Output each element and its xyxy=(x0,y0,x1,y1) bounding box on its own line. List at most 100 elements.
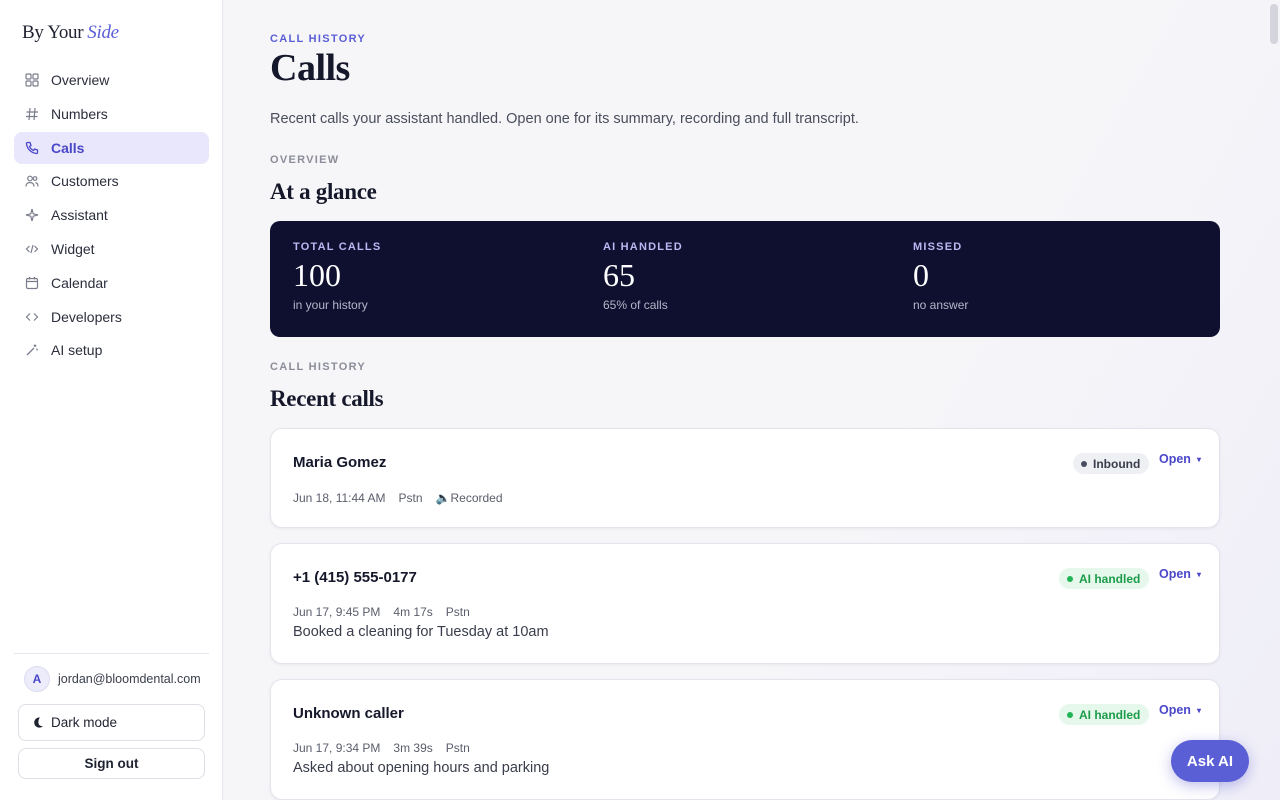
overview-eyebrow: OVERVIEW xyxy=(270,154,340,166)
sidebar-divider xyxy=(14,653,209,654)
open-label: Open xyxy=(1159,452,1191,466)
call-meta: Jun 18, 11:44 AM Pstn 🔈Recorded xyxy=(293,491,503,505)
sidebar-item-label: Numbers xyxy=(51,105,108,122)
open-label: Open xyxy=(1159,567,1191,581)
status-badge: Inbound xyxy=(1073,453,1150,474)
page-eyebrow: CALL HISTORY xyxy=(270,33,367,45)
dark-mode-label: Dark mode xyxy=(51,715,118,730)
stat-sub: in your history xyxy=(293,298,368,312)
sidebar-item-label: Developers xyxy=(51,308,122,325)
chevron-icon: ▾ xyxy=(1196,705,1201,715)
sidebar-item-calls[interactable]: Calls xyxy=(14,131,209,164)
call-card[interactable]: Maria Gomez Inbound Open ▾ Jun 18, 11:44 … xyxy=(270,428,1220,528)
sidebar-item-label: Overview xyxy=(51,72,110,88)
caller-name: +1 (415) 555-0177 xyxy=(293,569,417,586)
stat-missed: MISSED 0 no answer xyxy=(913,241,968,312)
status-badge-label: Inbound xyxy=(1093,456,1141,471)
open-call-button[interactable]: Open ▾ xyxy=(1159,703,1201,717)
call-summary: Asked about opening hours and parking xyxy=(293,760,550,776)
stat-sub: no answer xyxy=(913,298,969,312)
brand-name: By Your xyxy=(22,22,84,43)
call-time: Jun 17, 9:34 PM xyxy=(293,741,381,755)
sidebar-item-numbers[interactable]: Numbers xyxy=(14,98,209,130)
sidebar-item-overview[interactable]: Overview xyxy=(14,64,209,96)
call-channel: Pstn xyxy=(445,605,470,619)
brand-accent: Side xyxy=(87,22,119,43)
dark-mode-button[interactable]: Dark mode xyxy=(18,704,205,741)
sidebar-nav: Overview Numbers Calls Customers Assista… xyxy=(14,64,209,368)
overview-title: At a glance xyxy=(270,179,377,204)
avatar: A xyxy=(24,666,50,692)
call-channel: Pstn xyxy=(398,491,423,505)
history-eyebrow: CALL HISTORY xyxy=(270,361,367,373)
brand-logo[interactable]: By Your Side xyxy=(22,22,119,44)
history-title: Recent calls xyxy=(270,386,384,411)
call-card[interactable]: Unknown caller AI handled Open ▾ Jun 17, … xyxy=(270,679,1220,800)
status-badge: AI handled xyxy=(1059,704,1150,725)
hash-icon xyxy=(25,107,39,121)
status-dot xyxy=(1081,460,1087,467)
stat-value: 0 xyxy=(913,257,929,293)
user-email: jordan@bloomdental.com xyxy=(58,672,201,686)
sign-out-button[interactable]: Sign out xyxy=(18,748,205,779)
sidebar-item-label: Assistant xyxy=(51,207,108,224)
chevron-icon: ▾ xyxy=(1196,454,1201,464)
call-channel: Pstn xyxy=(445,741,470,755)
stat-total-calls: TOTAL CALLS 100 in your history xyxy=(293,241,381,312)
stat-ai-handled: AI HANDLED 65 65% of calls xyxy=(603,241,683,312)
status-dot xyxy=(1067,711,1073,718)
scrollbar[interactable] xyxy=(1270,4,1278,44)
ask-ai-button[interactable]: Ask AI xyxy=(1171,740,1249,782)
chevron-icon: ▾ xyxy=(1196,569,1201,579)
sidebar-item-label: AI setup xyxy=(51,342,103,359)
call-meta: Jun 17, 9:45 PM 4m 17s Pstn xyxy=(293,605,470,619)
page-description: Recent calls your assistant handled. Ope… xyxy=(270,111,859,127)
users-icon xyxy=(25,174,39,188)
stat-label: TOTAL CALLS xyxy=(293,241,382,253)
sidebar-item-label: Customers xyxy=(51,173,119,190)
caller-name: Maria Gomez xyxy=(293,454,387,471)
status-badge-label: AI handled xyxy=(1079,571,1141,586)
stat-value: 65 xyxy=(603,257,635,293)
sidebar-item-label: Calendar xyxy=(51,274,108,291)
call-time: Jun 18, 11:44 AM xyxy=(293,491,386,505)
sidebar: By Your Side Overview Numbers Calls Custo… xyxy=(0,0,223,800)
stat-label: AI HANDLED xyxy=(603,241,683,253)
sidebar-item-calendar[interactable]: Calendar xyxy=(14,267,209,299)
call-time: Jun 17, 9:45 PM xyxy=(293,605,381,619)
sidebar-item-customers[interactable]: Customers xyxy=(14,165,209,197)
call-duration: 4m 17s xyxy=(393,605,433,619)
sidebar-item-widget[interactable]: Widget xyxy=(14,233,209,265)
sidebar-item-assistant[interactable]: Assistant xyxy=(14,199,209,231)
status-badge-label: AI handled xyxy=(1079,707,1141,722)
call-card[interactable]: +1 (415) 555-0177 AI handled Open ▾ Jun 1… xyxy=(270,543,1220,664)
grid-icon xyxy=(25,73,39,87)
call-recorded: 🔈Recorded xyxy=(435,491,503,505)
open-label: Open xyxy=(1159,703,1191,717)
page-title: Calls xyxy=(270,47,350,89)
call-duration: 3m 39s xyxy=(393,741,433,755)
open-call-button[interactable]: Open ▾ xyxy=(1159,567,1201,581)
stat-value: 100 xyxy=(293,257,341,293)
sparkle-icon xyxy=(25,208,39,222)
wand-icon xyxy=(25,343,39,357)
moon-icon xyxy=(34,717,43,728)
brackets-icon xyxy=(25,310,39,324)
sidebar-item-developers[interactable]: Developers xyxy=(14,301,209,333)
call-meta: Jun 17, 9:34 PM 3m 39s Pstn xyxy=(293,741,470,755)
stats-panel: TOTAL CALLS 100 in your history AI HANDL… xyxy=(270,221,1220,337)
calendar-icon xyxy=(25,276,39,290)
status-dot xyxy=(1067,575,1073,582)
sidebar-item-ai-setup[interactable]: AI setup xyxy=(14,334,209,366)
call-summary: Booked a cleaning for Tuesday at 10am xyxy=(293,624,549,640)
caller-name: Unknown caller xyxy=(293,705,404,722)
sidebar-item-label: Widget xyxy=(51,240,95,257)
open-call-button[interactable]: Open ▾ xyxy=(1159,452,1201,466)
main-content: CALL HISTORY Calls Recent calls your ass… xyxy=(224,0,1280,800)
user-profile[interactable]: A jordan@bloomdental.com xyxy=(24,666,201,692)
sidebar-item-label: Calls xyxy=(51,139,85,156)
status-badge: AI handled xyxy=(1059,568,1150,589)
stat-sub: 65% of calls xyxy=(603,298,668,312)
code-icon xyxy=(25,242,39,256)
stat-label: MISSED xyxy=(913,241,963,253)
